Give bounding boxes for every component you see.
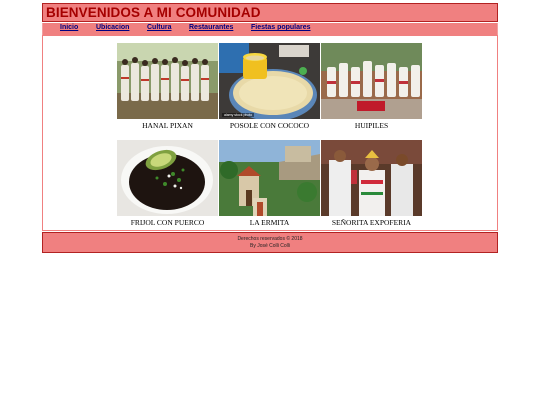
group-in-traditional-dress-photo[interactable] xyxy=(117,43,218,119)
hermitage-chapel-photo[interactable] xyxy=(219,140,320,216)
photo-watermark: alamy stock photo xyxy=(222,113,255,117)
gallery-panel: HANAL PIXAN alamy stock photo POSOLE CON… xyxy=(42,35,498,231)
gallery-item: HANAL PIXAN xyxy=(117,43,218,130)
footer-author: By José Colli Colli xyxy=(249,243,290,249)
gallery-item: LA ERMITA xyxy=(219,140,320,227)
gallery-caption: SEÑORITA EXPOFERIA xyxy=(331,218,412,227)
footer-copyright: Derechos reservados © 2018 xyxy=(237,236,303,242)
gallery-item: alamy stock photo POSOLE CON COCOCO xyxy=(219,43,320,130)
page-container: BIENVENIDOS A MI COMUNIDAD Inicio Ubicac… xyxy=(42,3,498,253)
footer-bar: Derechos reservados © 2018 By José Colli… xyxy=(42,232,498,253)
gallery-item: FRIJOL CON PUERCO xyxy=(117,140,218,227)
nav-link-restaurantes[interactable]: Restaurantes xyxy=(189,24,233,31)
nav-link-fiestas-populares[interactable]: Fiestas populares xyxy=(251,24,311,31)
gallery-caption: POSOLE CON COCOCO xyxy=(229,121,310,130)
gallery-caption: HUIPILES xyxy=(354,121,389,130)
nav-link-inicio[interactable]: Inicio xyxy=(60,24,78,31)
header-bar: BIENVENIDOS A MI COMUNIDAD xyxy=(42,3,498,22)
nav-bar: Inicio Ubicacion Cultura Restaurantes Fi… xyxy=(42,23,498,35)
gallery-item: SEÑORITA EXPOFERIA xyxy=(321,140,422,227)
gallery-item: HUIPILES xyxy=(321,43,422,130)
bean-stew-photo[interactable] xyxy=(117,140,218,216)
nav-link-ubicacion[interactable]: Ubicacion xyxy=(96,24,129,31)
gallery-caption: FRIJOL CON PUERCO xyxy=(130,218,205,227)
posole-drink-photo[interactable]: alamy stock photo xyxy=(219,43,320,119)
gallery-caption: HANAL PIXAN xyxy=(142,121,193,130)
page-title: BIENVENIDOS A MI COMUNIDAD xyxy=(46,5,261,20)
nav-link-cultura[interactable]: Cultura xyxy=(147,24,172,31)
huipil-dancers-photo[interactable] xyxy=(321,43,422,119)
pageant-queen-photo[interactable] xyxy=(321,140,422,216)
gallery-caption: LA ERMITA xyxy=(249,218,290,227)
